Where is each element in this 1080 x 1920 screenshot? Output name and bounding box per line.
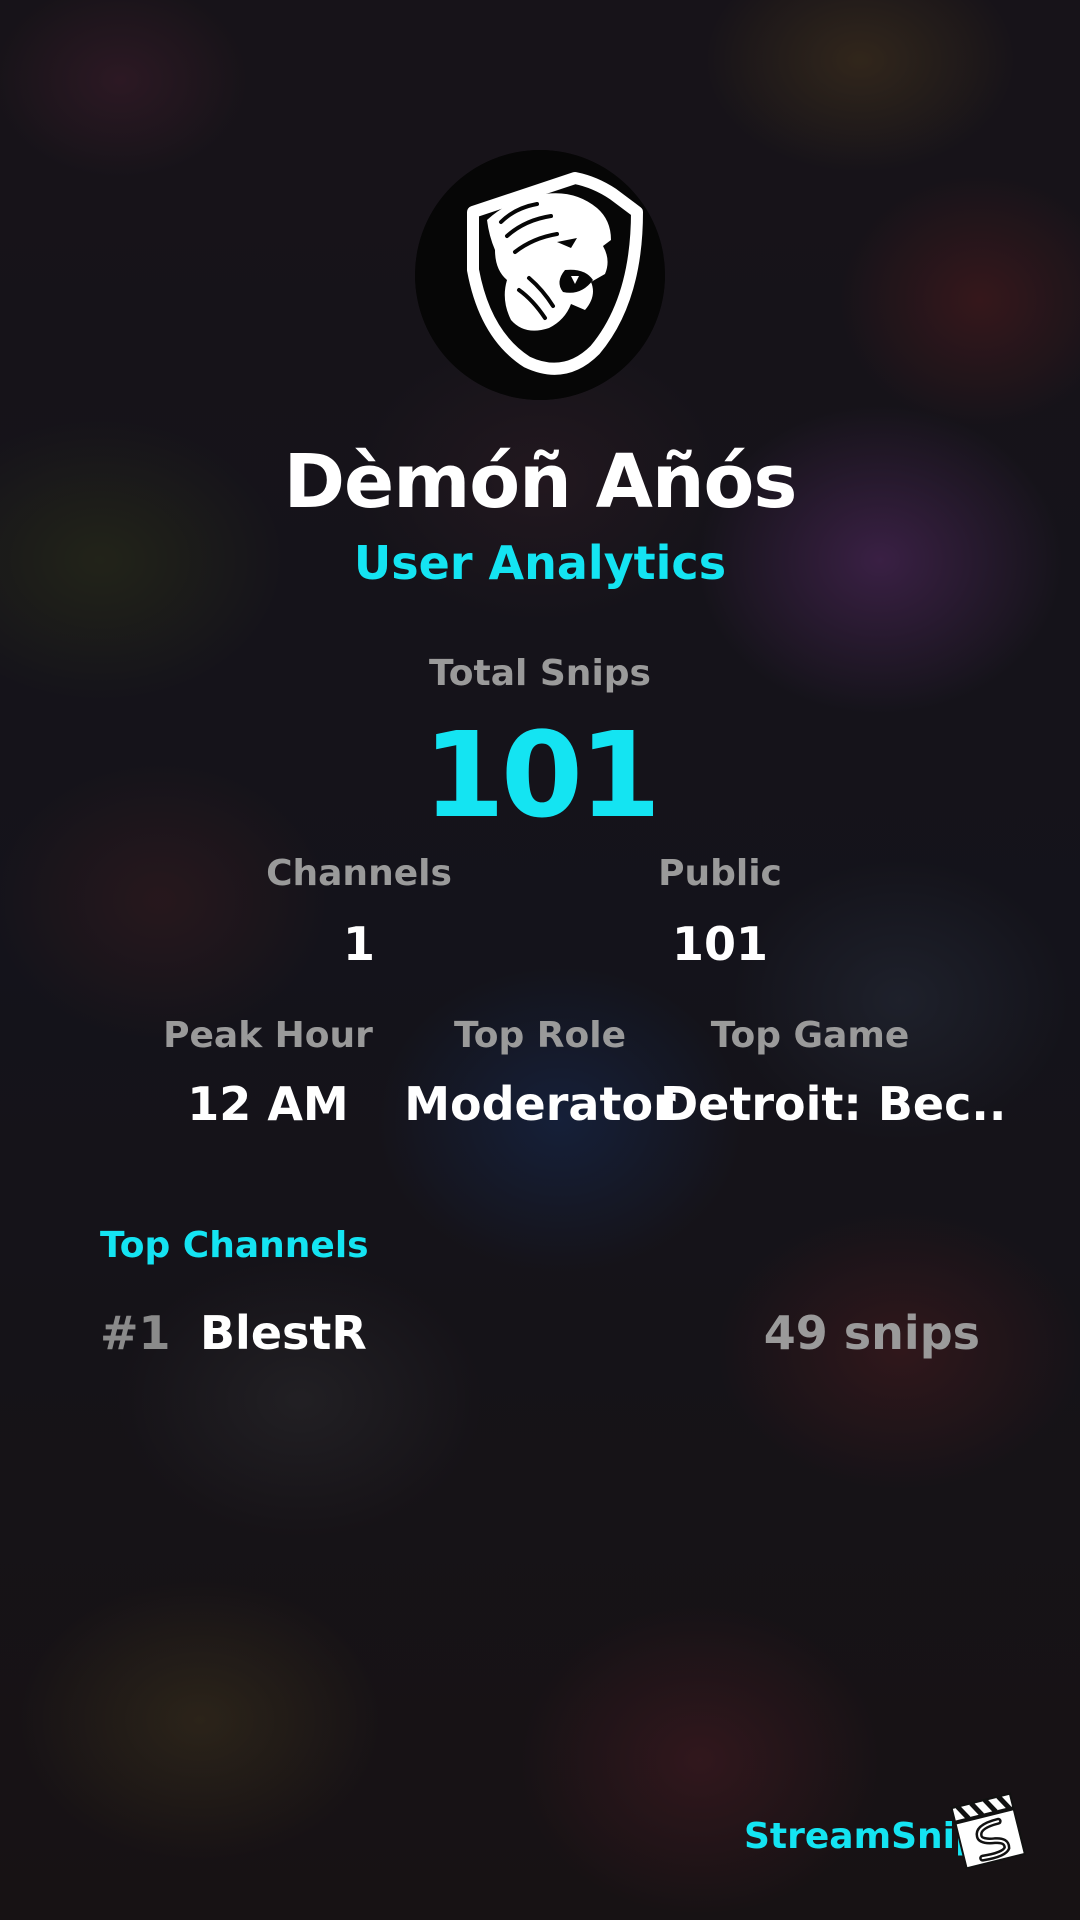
channel-rank: #1 [100, 1306, 171, 1360]
stat-top-game-label: Top Game [710, 1015, 910, 1056]
total-snips-value: 101 [422, 706, 661, 844]
top-channels-title: Top Channels [100, 1225, 369, 1266]
stat-channels: Channels 1 [209, 852, 509, 972]
display-name: Dèmóñ Añós [283, 439, 798, 525]
analytics-card: Dèmóñ Añós User Analytics Total Snips 10… [0, 0, 1080, 1920]
brand-logo [948, 1790, 1028, 1870]
stat-public-value: 101 [671, 917, 769, 971]
stat-public: Public 101 [570, 852, 870, 972]
stat-channels-label: Channels [266, 853, 452, 894]
stat-peak-hour-label: Peak Hour [163, 1015, 373, 1056]
lion-shield-icon [415, 150, 665, 400]
stat-top-role-label: Top Role [453, 1015, 627, 1056]
brand-name: StreamSnip [744, 1816, 981, 1857]
channel-snip-count: 49 snips [763, 1306, 980, 1360]
stat-top-role-value: Moderator [404, 1077, 676, 1131]
stat-channels-value: 1 [342, 917, 375, 971]
avatar [415, 150, 665, 400]
channel-name: BlestR [200, 1306, 367, 1360]
stat-top-role: Top Role Moderator [390, 1014, 690, 1132]
page-subtitle: User Analytics [353, 536, 727, 590]
list-item: #1 BlestR 49 snips [100, 1300, 980, 1370]
stat-top-game-value: Detroit: Bec.. [660, 1077, 1007, 1131]
total-snips-label: Total Snips [429, 653, 651, 694]
stat-peak-hour: Peak Hour 12 AM [118, 1014, 418, 1132]
clapperboard-icon [950, 1792, 1027, 1870]
stat-public-label: Public [658, 853, 782, 894]
stat-peak-hour-value: 12 AM [187, 1077, 349, 1131]
stat-top-game: Top Game Detroit: Bec.. [660, 1014, 1007, 1132]
